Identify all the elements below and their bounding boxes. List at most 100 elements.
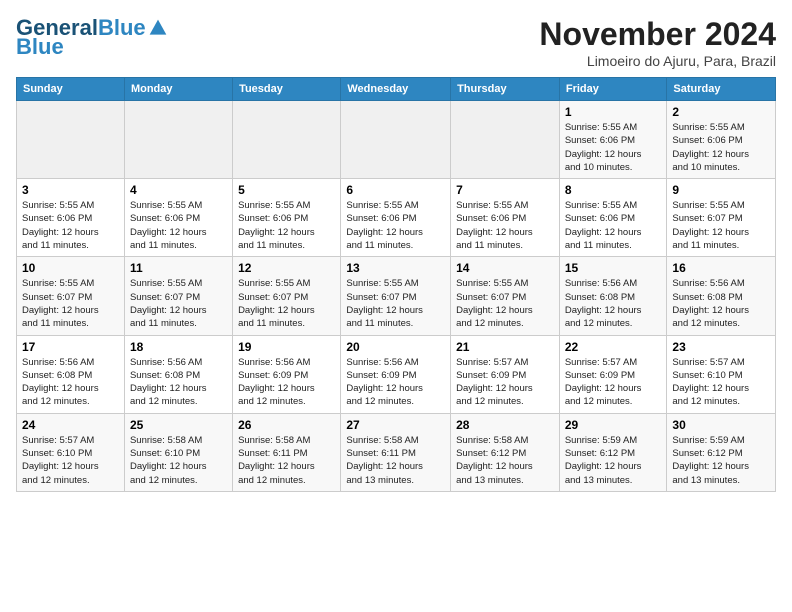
day-info: Sunrise: 5:55 AM Sunset: 6:06 PM Dayligh…: [565, 121, 662, 174]
day-info: Sunrise: 5:55 AM Sunset: 6:06 PM Dayligh…: [238, 199, 335, 252]
day-info: Sunrise: 5:55 AM Sunset: 6:06 PM Dayligh…: [22, 199, 119, 252]
day-number: 12: [238, 261, 335, 275]
month-title: November 2024: [539, 16, 776, 53]
weekday-header-row: SundayMondayTuesdayWednesdayThursdayFrid…: [17, 78, 776, 101]
day-number: 9: [672, 183, 770, 197]
calendar-cell: 19 Sunrise: 5:56 AM Sunset: 6:09 PM Dayli…: [233, 335, 341, 413]
day-number: 22: [565, 340, 662, 354]
weekday-header: Monday: [124, 78, 232, 101]
calendar-cell: 27 Sunrise: 5:58 AM Sunset: 6:11 PM Dayli…: [341, 413, 451, 491]
calendar-cell: 25Sunrise: 5:58 AM Sunset: 6:10 PM Dayli…: [124, 413, 232, 491]
day-number: 25: [130, 418, 227, 432]
calendar-cell: 16 Sunrise: 5:56 AM Sunset: 6:08 PM Dayli…: [667, 257, 776, 335]
calendar-cell: 4Sunrise: 5:55 AM Sunset: 6:06 PM Daylig…: [124, 179, 232, 257]
calendar-week-row: 17Sunrise: 5:56 AM Sunset: 6:08 PM Dayli…: [17, 335, 776, 413]
day-number: 20: [346, 340, 445, 354]
calendar-cell: 14 Sunrise: 5:55 AM Sunset: 6:07 PM Dayli…: [451, 257, 560, 335]
calendar-cell: 5Sunrise: 5:55 AM Sunset: 6:06 PM Daylig…: [233, 179, 341, 257]
day-info: Sunrise: 5:56 AM Sunset: 6:08 PM Dayligh…: [672, 277, 770, 330]
day-info: Sunrise: 5:59 AM Sunset: 6:12 PM Dayligh…: [672, 434, 770, 487]
title-block: November 2024 Limoeiro do Ajuru, Para, B…: [539, 16, 776, 69]
day-number: 13: [346, 261, 445, 275]
day-info: Sunrise: 5:55 AM Sunset: 6:07 PM Dayligh…: [456, 277, 554, 330]
calendar-cell: 28 Sunrise: 5:58 AM Sunset: 6:12 PM Dayli…: [451, 413, 560, 491]
calendar-cell: 7 Sunrise: 5:55 AM Sunset: 6:06 PM Daylig…: [451, 179, 560, 257]
day-info: Sunrise: 5:58 AM Sunset: 6:12 PM Dayligh…: [456, 434, 554, 487]
day-info: Sunrise: 5:58 AM Sunset: 6:11 PM Dayligh…: [346, 434, 445, 487]
day-number: 24: [22, 418, 119, 432]
day-number: 16: [672, 261, 770, 275]
page-header: GeneralBlue Blue November 2024 Limoeiro …: [16, 16, 776, 69]
day-number: 18: [130, 340, 227, 354]
day-info: Sunrise: 5:57 AM Sunset: 6:09 PM Dayligh…: [565, 356, 662, 409]
calendar-cell: 9Sunrise: 5:55 AM Sunset: 6:07 PM Daylig…: [667, 179, 776, 257]
calendar-cell: 26 Sunrise: 5:58 AM Sunset: 6:11 PM Dayli…: [233, 413, 341, 491]
day-number: 29: [565, 418, 662, 432]
day-number: 1: [565, 105, 662, 119]
logo: GeneralBlue Blue: [16, 16, 168, 60]
day-info: Sunrise: 5:55 AM Sunset: 6:07 PM Dayligh…: [130, 277, 227, 330]
weekday-header: Saturday: [667, 78, 776, 101]
day-info: Sunrise: 5:59 AM Sunset: 6:12 PM Dayligh…: [565, 434, 662, 487]
day-number: 10: [22, 261, 119, 275]
calendar-cell: 22 Sunrise: 5:57 AM Sunset: 6:09 PM Dayli…: [559, 335, 667, 413]
calendar-cell: [124, 101, 232, 179]
day-info: Sunrise: 5:55 AM Sunset: 6:06 PM Dayligh…: [456, 199, 554, 252]
weekday-header: Tuesday: [233, 78, 341, 101]
calendar-cell: 8 Sunrise: 5:55 AM Sunset: 6:06 PM Daylig…: [559, 179, 667, 257]
calendar-cell: [233, 101, 341, 179]
location: Limoeiro do Ajuru, Para, Brazil: [539, 53, 776, 69]
day-info: Sunrise: 5:56 AM Sunset: 6:08 PM Dayligh…: [130, 356, 227, 409]
calendar-cell: 18 Sunrise: 5:56 AM Sunset: 6:08 PM Dayli…: [124, 335, 232, 413]
day-number: 11: [130, 261, 227, 275]
calendar-cell: 15Sunrise: 5:56 AM Sunset: 6:08 PM Dayli…: [559, 257, 667, 335]
calendar-cell: 10 Sunrise: 5:55 AM Sunset: 6:07 PM Dayli…: [17, 257, 125, 335]
calendar-cell: [451, 101, 560, 179]
calendar-cell: 24 Sunrise: 5:57 AM Sunset: 6:10 PM Dayli…: [17, 413, 125, 491]
calendar-table: SundayMondayTuesdayWednesdayThursdayFrid…: [16, 77, 776, 492]
calendar-cell: 29 Sunrise: 5:59 AM Sunset: 6:12 PM Dayli…: [559, 413, 667, 491]
calendar-week-row: 3 Sunrise: 5:55 AM Sunset: 6:06 PM Daylig…: [17, 179, 776, 257]
day-info: Sunrise: 5:58 AM Sunset: 6:11 PM Dayligh…: [238, 434, 335, 487]
calendar-cell: 11 Sunrise: 5:55 AM Sunset: 6:07 PM Dayli…: [124, 257, 232, 335]
day-number: 27: [346, 418, 445, 432]
calendar-cell: 21Sunrise: 5:57 AM Sunset: 6:09 PM Dayli…: [451, 335, 560, 413]
day-number: 30: [672, 418, 770, 432]
day-info: Sunrise: 5:55 AM Sunset: 6:07 PM Dayligh…: [238, 277, 335, 330]
weekday-header: Wednesday: [341, 78, 451, 101]
weekday-header: Friday: [559, 78, 667, 101]
day-info: Sunrise: 5:55 AM Sunset: 6:06 PM Dayligh…: [130, 199, 227, 252]
weekday-header: Sunday: [17, 78, 125, 101]
calendar-cell: 17Sunrise: 5:56 AM Sunset: 6:08 PM Dayli…: [17, 335, 125, 413]
calendar-cell: [341, 101, 451, 179]
day-number: 14: [456, 261, 554, 275]
day-info: Sunrise: 5:55 AM Sunset: 6:07 PM Dayligh…: [22, 277, 119, 330]
day-info: Sunrise: 5:57 AM Sunset: 6:10 PM Dayligh…: [672, 356, 770, 409]
calendar-cell: 30 Sunrise: 5:59 AM Sunset: 6:12 PM Dayli…: [667, 413, 776, 491]
day-info: Sunrise: 5:57 AM Sunset: 6:09 PM Dayligh…: [456, 356, 554, 409]
weekday-header: Thursday: [451, 78, 560, 101]
day-number: 19: [238, 340, 335, 354]
calendar-cell: 6Sunrise: 5:55 AM Sunset: 6:06 PM Daylig…: [341, 179, 451, 257]
calendar-cell: 3 Sunrise: 5:55 AM Sunset: 6:06 PM Daylig…: [17, 179, 125, 257]
day-info: Sunrise: 5:56 AM Sunset: 6:09 PM Dayligh…: [238, 356, 335, 409]
day-number: 26: [238, 418, 335, 432]
day-info: Sunrise: 5:55 AM Sunset: 6:06 PM Dayligh…: [672, 121, 770, 174]
calendar-cell: 23 Sunrise: 5:57 AM Sunset: 6:10 PM Dayli…: [667, 335, 776, 413]
day-number: 3: [22, 183, 119, 197]
calendar-cell: [17, 101, 125, 179]
day-info: Sunrise: 5:56 AM Sunset: 6:09 PM Dayligh…: [346, 356, 445, 409]
day-info: Sunrise: 5:55 AM Sunset: 6:06 PM Dayligh…: [565, 199, 662, 252]
day-number: 8: [565, 183, 662, 197]
calendar-week-row: 1 Sunrise: 5:55 AM Sunset: 6:06 PM Daylig…: [17, 101, 776, 179]
day-info: Sunrise: 5:56 AM Sunset: 6:08 PM Dayligh…: [22, 356, 119, 409]
day-info: Sunrise: 5:57 AM Sunset: 6:10 PM Dayligh…: [22, 434, 119, 487]
logo-icon: [148, 18, 168, 38]
calendar-cell: 2Sunrise: 5:55 AM Sunset: 6:06 PM Daylig…: [667, 101, 776, 179]
calendar-cell: 12 Sunrise: 5:55 AM Sunset: 6:07 PM Dayli…: [233, 257, 341, 335]
day-number: 28: [456, 418, 554, 432]
day-number: 6: [346, 183, 445, 197]
day-number: 23: [672, 340, 770, 354]
day-info: Sunrise: 5:56 AM Sunset: 6:08 PM Dayligh…: [565, 277, 662, 330]
day-number: 7: [456, 183, 554, 197]
